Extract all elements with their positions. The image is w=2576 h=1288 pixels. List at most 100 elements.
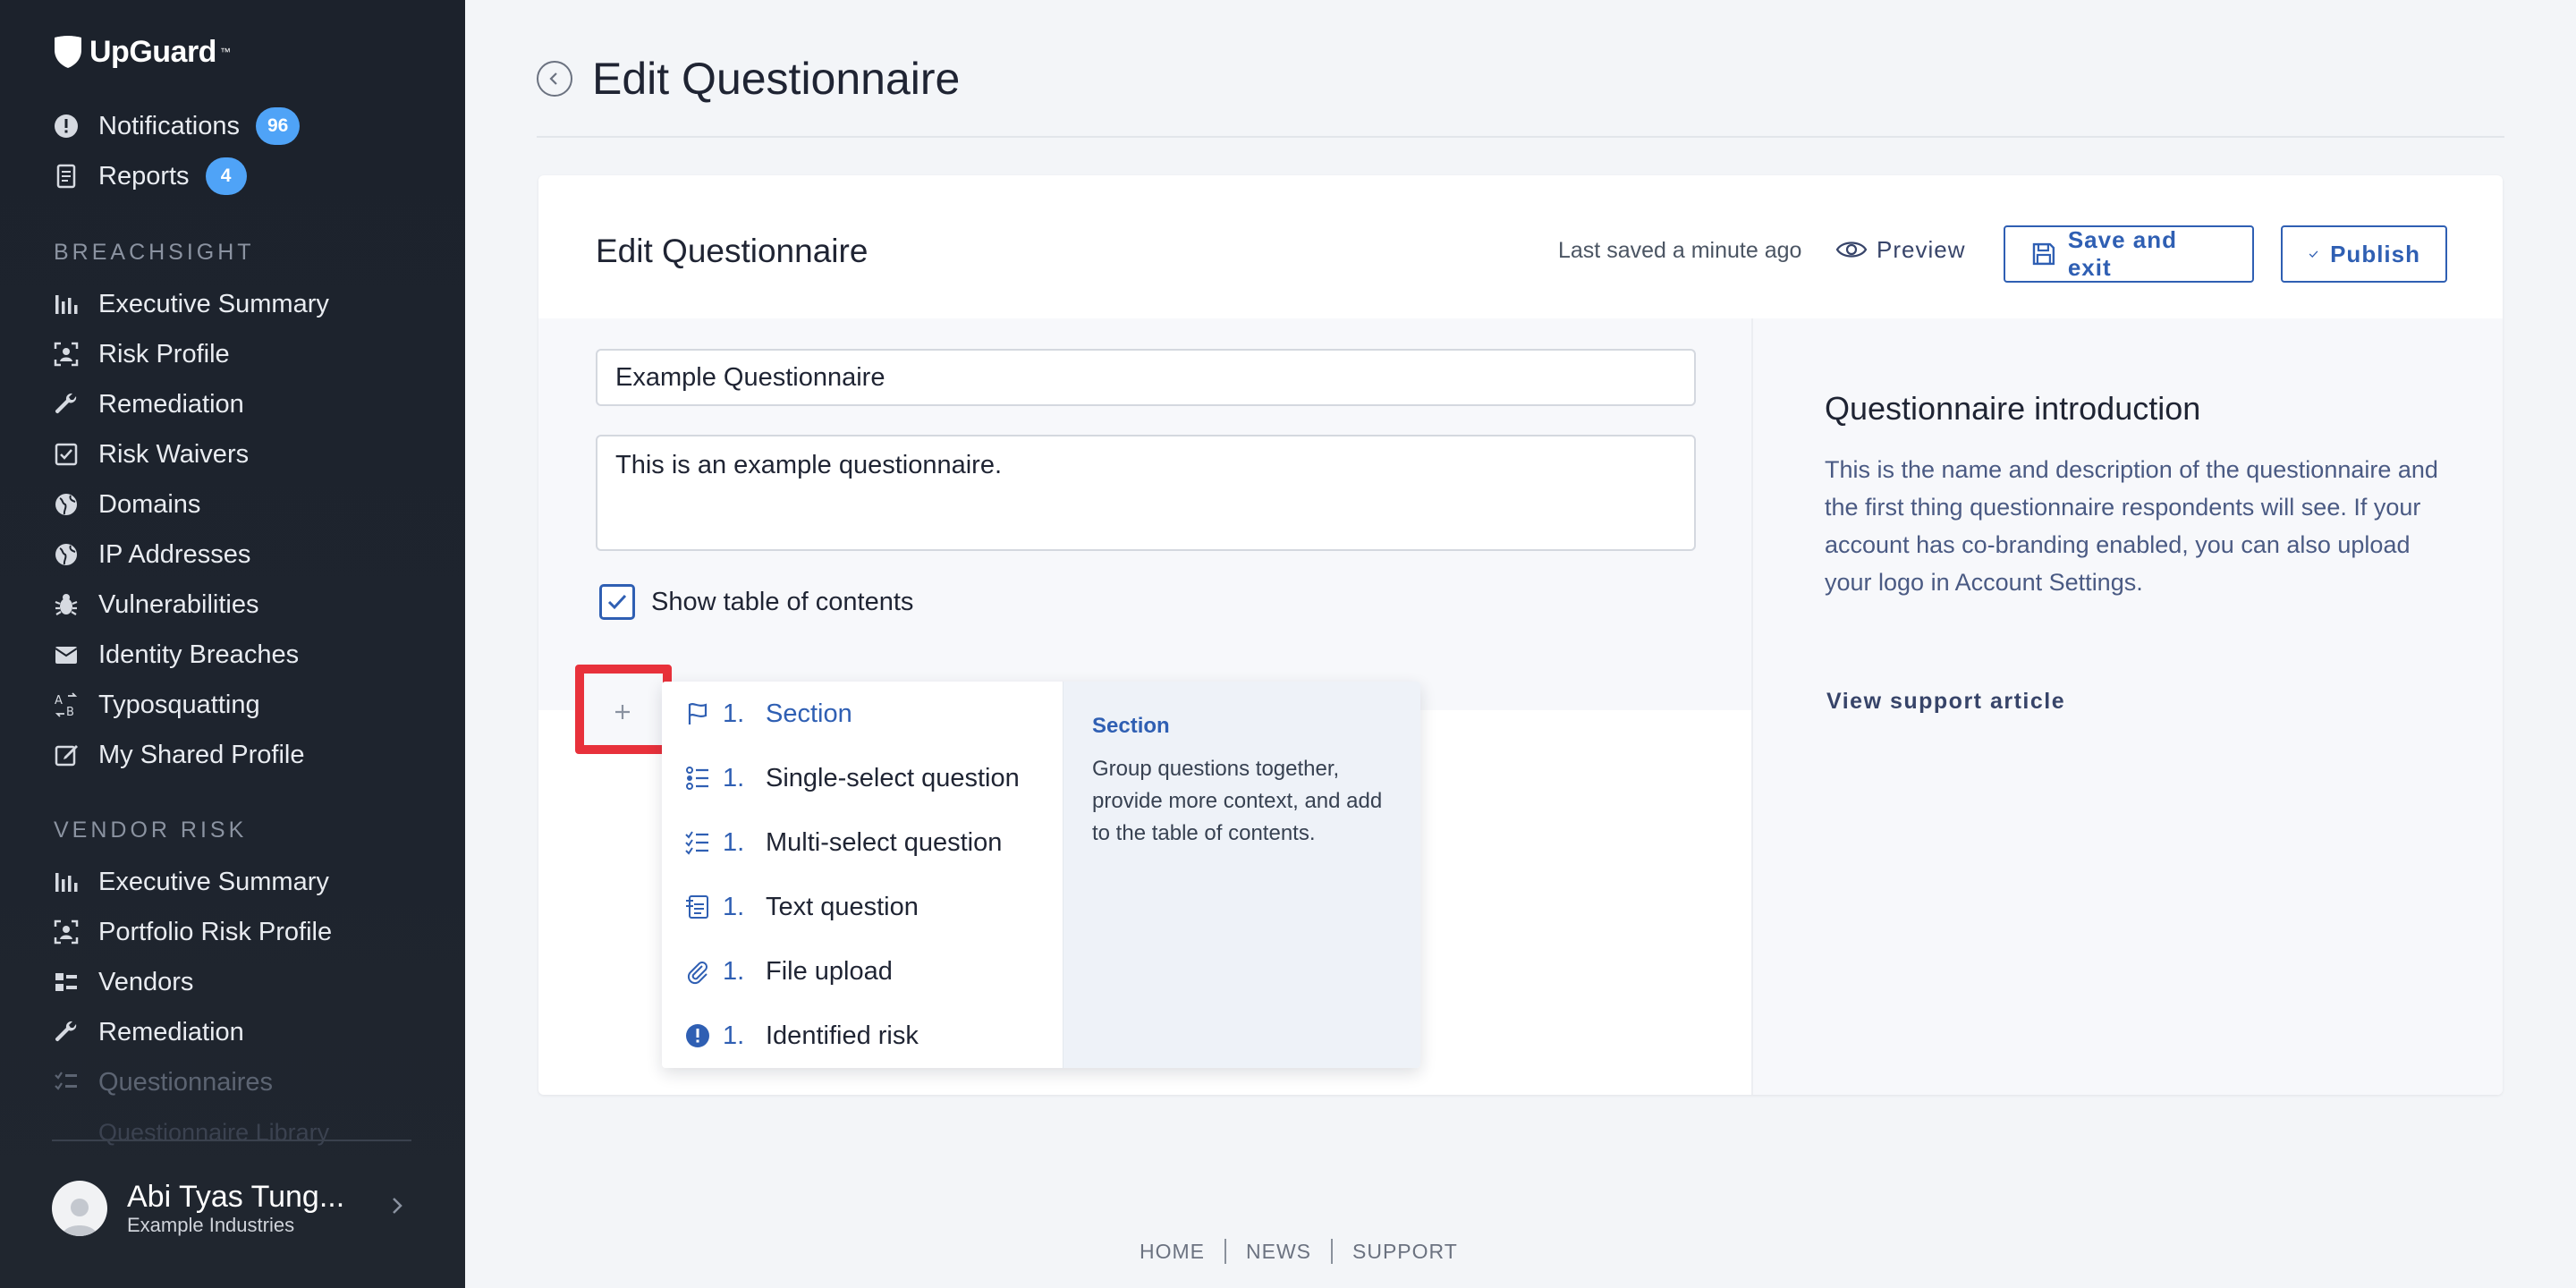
menu-item-label: Multi-select question: [766, 827, 1003, 857]
sidebar-item-vendors[interactable]: Vendors: [52, 962, 193, 1003]
sidebar-item-risk-waivers[interactable]: Risk Waivers: [52, 434, 249, 475]
sidebar-item-ip-addresses[interactable]: IP Addresses: [52, 534, 250, 575]
user-menu[interactable]: Abi Tyas Tung... Example Industries: [52, 1179, 410, 1238]
risk-alert-icon: [683, 1021, 712, 1050]
check-icon: [2309, 250, 2318, 258]
add-item-button[interactable]: [596, 689, 649, 735]
sidebar-item-identity-breaches[interactable]: Identity Breaches: [52, 634, 299, 675]
sidebar-item-executive-summary[interactable]: Executive Summary: [52, 284, 329, 325]
sidebar-item-my-shared-profile[interactable]: My Shared Profile: [52, 734, 305, 775]
add-item-menu: 1. Section 1. Single-select question 1. …: [662, 682, 1420, 1068]
menu-item-identified-risk[interactable]: 1. Identified risk: [662, 1004, 1063, 1068]
brand-name: UpGuard: [89, 34, 216, 69]
view-support-article-link[interactable]: View support article: [1826, 689, 2065, 715]
sidebar-item-typosquatting[interactable]: AB Typosquatting: [52, 684, 260, 725]
footer-support-link[interactable]: SUPPORT: [1352, 1240, 1458, 1264]
menu-item-number: 1.: [723, 1021, 745, 1050]
menu-item-number: 1.: [723, 763, 745, 792]
show-toc-toggle[interactable]: Show table of contents: [599, 583, 913, 621]
sidebar-item-vendor-remediation[interactable]: Remediation: [52, 1012, 244, 1053]
menu-item-section[interactable]: 1. Section: [662, 682, 1063, 746]
reports-badge: 4: [205, 157, 247, 195]
brand-trademark: ™: [219, 46, 231, 58]
preview-button[interactable]: Preview: [1835, 229, 1965, 270]
sidebar-item-label: Typosquatting: [98, 690, 260, 719]
sidebar-item-label: Portfolio Risk Profile: [98, 917, 333, 946]
back-button[interactable]: [537, 61, 572, 97]
text-question-icon: [683, 893, 712, 921]
help-panel: Questionnaire introduction This is the n…: [1751, 318, 2503, 1095]
edit-icon: [52, 741, 80, 769]
intro-help-text: This is the name and description of the …: [1825, 456, 2438, 596]
globe-icon: [52, 490, 80, 519]
menu-item-single-select[interactable]: 1. Single-select question: [662, 746, 1063, 810]
header-divider: [537, 136, 2504, 138]
sidebar: UpGuard ™ Notifications 96 Reports 4 BREA…: [0, 0, 465, 1288]
toc-checkbox[interactable]: [599, 584, 635, 620]
shield-logo-icon: [55, 36, 81, 68]
last-saved-status: Last saved a minute ago: [1558, 238, 1802, 263]
sidebar-item-label: Identity Breaches: [98, 640, 300, 669]
user-org: Example Industries: [127, 1214, 295, 1236]
risk-profile-icon: [52, 918, 80, 946]
sidebar-item-label: Reports: [98, 161, 190, 191]
wrench-icon: [52, 390, 80, 419]
sidebar-item-label: Vendors: [98, 967, 194, 996]
user-icon: [62, 1199, 97, 1236]
checklist-icon: [52, 1068, 80, 1097]
menu-item-text-question[interactable]: 1. Text question: [662, 875, 1063, 939]
sidebar-item-notifications[interactable]: Notifications 96: [52, 106, 301, 147]
sidebar-item-label: Notifications: [98, 111, 240, 140]
sidebar-item-label: Questionnaire Library: [98, 1118, 330, 1146]
bar-chart-icon: [52, 290, 80, 318]
sidebar-item-risk-profile[interactable]: Risk Profile: [52, 334, 230, 375]
upguard-logo[interactable]: UpGuard ™: [52, 34, 231, 70]
typosquatting-icon: AB: [52, 691, 80, 719]
bar-chart-icon: [52, 868, 80, 896]
menu-item-description-panel: Section Group questions together, provid…: [1063, 682, 1420, 1068]
menu-item-multi-select[interactable]: 1. Multi-select question: [662, 810, 1063, 875]
svg-text:B: B: [66, 706, 74, 718]
questionnaire-name-input[interactable]: Example Questionnaire: [596, 349, 1696, 406]
chevron-right-icon: [393, 1198, 402, 1214]
footer-separator: [1224, 1239, 1226, 1264]
footer-home-link[interactable]: HOME: [1140, 1240, 1205, 1264]
publish-button[interactable]: Publish: [2281, 225, 2447, 283]
sidebar-item-label: Questionnaires: [98, 1067, 274, 1097]
breachsight-heading: BREACHSIGHT: [54, 240, 255, 265]
paperclip-icon: [683, 957, 712, 986]
footer-links: HOME NEWS SUPPORT: [1140, 1238, 1458, 1265]
sidebar-item-reports[interactable]: Reports 4: [52, 156, 247, 197]
save-and-exit-button[interactable]: Save and exit: [2004, 225, 2254, 283]
page-title: Edit Questionnaire: [592, 54, 961, 104]
menu-item-label: Single-select question: [766, 763, 1020, 792]
sidebar-item-domains[interactable]: Domains: [52, 484, 200, 525]
sidebar-item-label: Remediation: [98, 1017, 244, 1046]
sidebar-item-label: Executive Summary: [98, 867, 329, 896]
sidebar-item-vulnerabilities[interactable]: Vulnerabilities: [52, 584, 258, 625]
sidebar-item-portfolio-risk-profile[interactable]: Portfolio Risk Profile: [52, 911, 332, 953]
user-name: Abi Tyas Tung...: [127, 1180, 345, 1214]
publish-label: Publish: [2330, 240, 2420, 267]
menu-item-number: 1.: [723, 892, 745, 921]
menu-item-label: Identified risk: [766, 1021, 919, 1050]
footer-news-link[interactable]: NEWS: [1246, 1240, 1311, 1264]
sidebar-item-remediation[interactable]: Remediation: [52, 384, 244, 425]
menu-item-number: 1.: [723, 956, 745, 986]
sidebar-item-questionnaire-library[interactable]: Questionnaire Library: [98, 1112, 329, 1153]
sidebar-item-questionnaires[interactable]: Questionnaires: [52, 1062, 273, 1103]
sidebar-divider: [52, 1140, 411, 1141]
globe-icon: [52, 540, 80, 569]
envelope-icon: [52, 640, 80, 669]
questionnaire-description-input[interactable]: This is an example questionnaire.: [596, 435, 1696, 551]
checkbox-icon: [52, 440, 80, 469]
menu-description-text: Group questions together, provide more c…: [1092, 757, 1383, 845]
eye-icon: [1835, 242, 1868, 258]
sidebar-item-vendor-executive-summary[interactable]: Executive Summary: [52, 861, 329, 902]
menu-item-file-upload[interactable]: 1. File upload: [662, 939, 1063, 1004]
wrench-icon: [52, 1018, 80, 1046]
avatar: [52, 1181, 107, 1236]
sidebar-item-label: My Shared Profile: [98, 740, 305, 769]
checkmark-icon: [607, 594, 627, 610]
save-icon: [2032, 242, 2055, 266]
